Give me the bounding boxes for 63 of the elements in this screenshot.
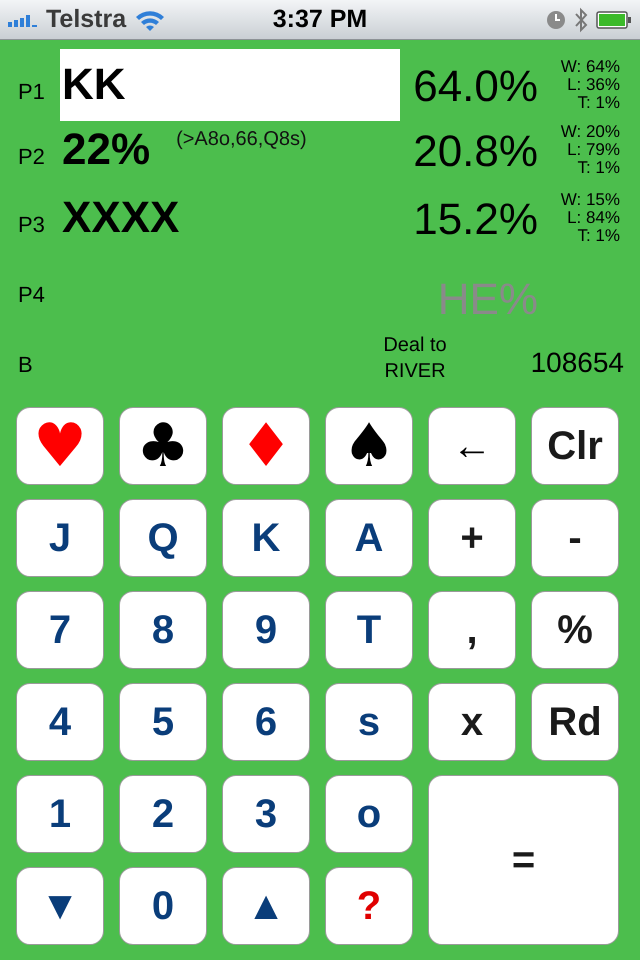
hand-input-field[interactable]: KK <box>60 48 400 120</box>
equity-value: 20.8% <box>412 126 538 177</box>
carrier-name: Telstra <box>46 5 126 34</box>
keypad-key[interactable]: ♥ <box>16 407 104 485</box>
keypad-key[interactable]: J <box>16 499 104 577</box>
keypad-key[interactable]: T <box>325 591 413 669</box>
player-label: P4 <box>18 281 46 308</box>
loss-percent: L: 84% <box>567 209 620 227</box>
hand-text[interactable]: XXXX <box>62 186 180 250</box>
board-label: B <box>18 351 34 378</box>
tie-percent: T: 1% <box>577 94 620 112</box>
keypad-key[interactable]: A <box>325 499 413 577</box>
keypad-key[interactable]: 1 <box>16 775 104 853</box>
keypad-key[interactable]: ♦ <box>222 407 310 485</box>
keypad-key[interactable]: % <box>531 591 619 669</box>
hand-text[interactable]: 22% <box>62 118 150 182</box>
status-time: 3:37 PM <box>272 5 368 34</box>
win-percent: W: 64% <box>560 58 620 76</box>
keypad-key[interactable]: 9 <box>222 591 310 669</box>
keypad-key[interactable]: 7 <box>16 591 104 669</box>
battery-icon <box>596 10 632 28</box>
loss-percent: L: 36% <box>567 76 620 94</box>
keypad-key[interactable]: ▼ <box>16 867 104 945</box>
keypad-key[interactable]: Q <box>119 499 207 577</box>
keypad-key[interactable]: , <box>428 591 516 669</box>
keypad-key[interactable]: K <box>222 499 310 577</box>
keypad-key[interactable]: - <box>531 499 619 577</box>
tie-percent: T: 1% <box>577 227 620 245</box>
trial-count: 108654 <box>530 346 624 379</box>
bluetooth-icon <box>574 6 588 32</box>
keypad-key[interactable]: 6 <box>222 683 310 761</box>
keypad-key[interactable]: 3 <box>222 775 310 853</box>
tie-percent: T: 1% <box>577 159 620 177</box>
keypad-key[interactable]: Clr <box>531 407 619 485</box>
keypad-key[interactable]: ♣ <box>119 407 207 485</box>
keypad-key[interactable]: ← <box>428 407 516 485</box>
deal-to-button[interactable]: Deal to RIVER <box>365 332 465 384</box>
keypad-key[interactable]: 5 <box>119 683 207 761</box>
keypad-key[interactable]: 8 <box>119 591 207 669</box>
keypad-key[interactable]: ? <box>325 867 413 945</box>
keypad-key[interactable]: 2 <box>119 775 207 853</box>
player-label: P3 <box>18 211 46 238</box>
keypad-key[interactable]: ▲ <box>222 867 310 945</box>
range-text: (>A8o,66,Q8s) <box>176 128 307 151</box>
keypad-key[interactable]: x <box>428 683 516 761</box>
clock-icon <box>546 10 566 30</box>
equity-value: 15.2% <box>412 194 538 245</box>
keypad-key[interactable]: 0 <box>119 867 207 945</box>
equity-field[interactable]: HE% <box>400 274 538 326</box>
win-percent: W: 20% <box>560 123 620 141</box>
signal-icon <box>8 12 38 26</box>
loss-percent: L: 79% <box>567 141 620 159</box>
win-percent: W: 15% <box>560 191 620 209</box>
keypad-key[interactable]: s <box>325 683 413 761</box>
keypad-key[interactable]: o <box>325 775 413 853</box>
keypad-key[interactable]: + <box>428 499 516 577</box>
keypad-key[interactable]: 4 <box>16 683 104 761</box>
keypad-key[interactable]: Rd <box>531 683 619 761</box>
keypad-key[interactable]: ♠ <box>325 407 413 485</box>
equity-value: 64.0% <box>412 60 538 112</box>
keypad-key[interactable]: = <box>428 775 619 945</box>
player-label: P2 <box>18 143 46 170</box>
player-label: P1 <box>18 78 46 104</box>
